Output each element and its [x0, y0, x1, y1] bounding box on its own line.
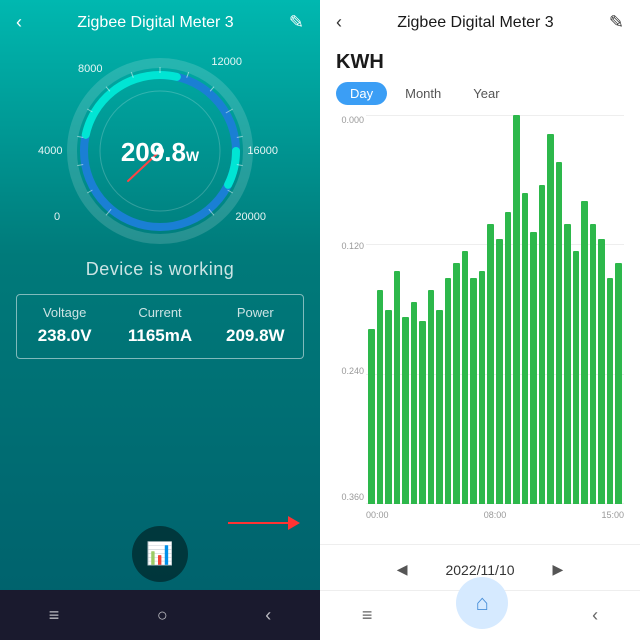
- stat-header-power: Power: [208, 305, 303, 320]
- right-back-button[interactable]: ‹: [336, 12, 342, 33]
- gauge-label-0: 0: [54, 211, 60, 223]
- left-header: ‹ Zigbee Digital Meter 3 ✎: [0, 0, 320, 41]
- bar-8: [436, 310, 443, 505]
- gauge-label-4000: 4000: [38, 145, 62, 157]
- x-axis-labels: 00:00 08:00 15:00: [366, 506, 624, 534]
- tab-day[interactable]: Day: [336, 82, 387, 105]
- bar-3: [394, 271, 401, 504]
- bar-27: [598, 239, 605, 504]
- right-content: KWH Day Month Year 0.360 0.240 0.120 0.0…: [320, 41, 640, 544]
- kwh-title: KWH: [336, 51, 624, 74]
- gauge-label-8000: 8000: [78, 63, 102, 75]
- device-status: Device is working: [86, 259, 235, 280]
- bar-15: [496, 239, 503, 504]
- home-button[interactable]: ⌂: [456, 577, 508, 629]
- bar-19: [530, 232, 537, 504]
- bar-23: [564, 224, 571, 504]
- gauge-value: 209.8W: [121, 137, 199, 167]
- left-title: Zigbee Digital Meter 3: [77, 14, 234, 32]
- chart-btn-area: 📊: [0, 526, 320, 590]
- left-panel: ‹ Zigbee Digital Meter 3 ✎ 0 4000 8000 1…: [0, 0, 320, 640]
- bar-12: [470, 278, 477, 504]
- bar-17: [513, 115, 520, 504]
- bar-5: [411, 302, 418, 504]
- bar-6: [419, 321, 426, 504]
- left-nav-back[interactable]: ‹: [265, 605, 271, 626]
- stat-current: 1165mA: [112, 326, 207, 346]
- gauge-label-16000: 16000: [247, 145, 278, 157]
- y-axis-labels: 0.360 0.240 0.120 0.000: [336, 115, 364, 504]
- right-bottom-nav: ≡ ⌂ ‹: [320, 590, 640, 640]
- date-prev-button[interactable]: ◀: [389, 557, 416, 582]
- bar-10: [453, 263, 460, 504]
- tab-year[interactable]: Year: [459, 82, 513, 105]
- left-bottom-nav: ≡ ○ ‹: [0, 590, 320, 640]
- gauge-container: 0 4000 8000 12000 16000 20000: [60, 51, 260, 251]
- gauge-label-12000: 12000: [211, 56, 242, 68]
- right-edit-button[interactable]: ✎: [609, 12, 624, 33]
- gauge-label-20000: 20000: [235, 211, 266, 223]
- stats-box: Voltage Current Power 238.0V 1165mA 209.…: [16, 294, 304, 359]
- y-label-0: 0.000: [336, 115, 364, 125]
- stats-values: 238.0V 1165mA 209.8W: [17, 326, 303, 346]
- right-arrow: [228, 516, 300, 530]
- gauge-center: 209.8W: [121, 137, 199, 168]
- y-label-3: 0.360: [336, 492, 364, 502]
- bar-chart-icon: 📊: [146, 541, 173, 567]
- y-label-2: 0.240: [336, 366, 364, 376]
- bar-2: [385, 310, 392, 505]
- stat-header-voltage: Voltage: [17, 305, 112, 320]
- bar-29: [615, 263, 622, 504]
- bar-13: [479, 271, 486, 504]
- bar-7: [428, 290, 435, 504]
- x-label-0: 00:00: [366, 510, 389, 520]
- left-edit-button[interactable]: ✎: [289, 12, 304, 33]
- tab-month[interactable]: Month: [391, 82, 455, 105]
- stat-power: 209.8W: [208, 326, 303, 346]
- bar-9: [445, 278, 452, 504]
- home-icon: ⌂: [476, 590, 489, 616]
- right-header: ‹ Zigbee Digital Meter 3 ✎: [320, 0, 640, 41]
- bar-25: [581, 201, 588, 504]
- left-nav-menu[interactable]: ≡: [49, 605, 60, 626]
- chart-circle-button[interactable]: 📊: [132, 526, 188, 582]
- right-panel: ‹ Zigbee Digital Meter 3 ✎ KWH Day Month…: [320, 0, 640, 640]
- bar-22: [556, 162, 563, 504]
- bar-21: [547, 134, 554, 504]
- bar-4: [402, 317, 409, 504]
- bar-11: [462, 251, 469, 504]
- bar-14: [487, 224, 494, 504]
- bar-26: [590, 224, 597, 504]
- left-nav-home[interactable]: ○: [157, 605, 168, 626]
- bar-1: [377, 290, 384, 504]
- x-label-2: 15:00: [601, 510, 624, 520]
- bar-28: [607, 278, 614, 504]
- stat-voltage: 238.0V: [17, 326, 112, 346]
- bar-16: [505, 212, 512, 504]
- y-label-1: 0.120: [336, 241, 364, 251]
- bar-20: [539, 185, 546, 504]
- right-nav-back[interactable]: ‹: [592, 605, 598, 626]
- bar-0: [368, 329, 375, 504]
- bar-24: [573, 251, 580, 504]
- right-title: Zigbee Digital Meter 3: [397, 14, 554, 32]
- stats-headers: Voltage Current Power: [17, 305, 303, 320]
- chart-area: 0.360 0.240 0.120 0.000 00:00 08:00 15:0…: [336, 115, 624, 534]
- bar-18: [522, 193, 529, 504]
- date-display: 2022/11/10: [445, 562, 514, 578]
- bars-container: [366, 115, 624, 504]
- left-back-button[interactable]: ‹: [16, 12, 22, 33]
- x-label-1: 08:00: [484, 510, 507, 520]
- tabs-container: Day Month Year: [336, 82, 624, 105]
- stat-header-current: Current: [112, 305, 207, 320]
- right-nav-menu[interactable]: ≡: [362, 605, 373, 626]
- date-next-button[interactable]: ▶: [545, 557, 572, 582]
